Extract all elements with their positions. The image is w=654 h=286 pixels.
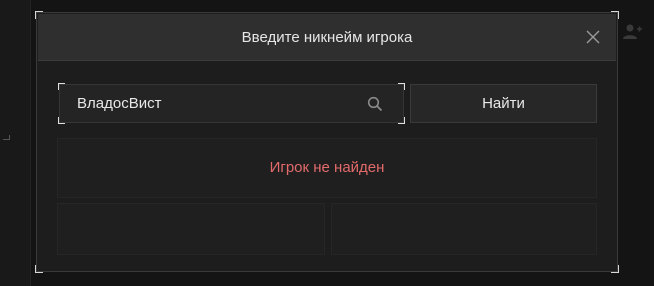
nickname-input[interactable] <box>60 85 360 122</box>
field-corner-accent <box>398 117 405 124</box>
find-button[interactable]: Найти <box>410 84 597 123</box>
close-icon[interactable] <box>584 28 602 46</box>
nickname-search-field[interactable] <box>58 83 405 124</box>
dialog-header: Введите никнейм игрока <box>38 14 616 61</box>
player-search-dialog: Введите никнейм игрока Найти Игрок не на… <box>35 11 619 273</box>
player-slot-right <box>331 203 597 255</box>
corner-tick <box>3 135 10 140</box>
user-icon[interactable] <box>622 22 642 42</box>
dialog-title: Введите никнейм игрока <box>241 29 413 46</box>
field-corner-accent <box>398 83 405 90</box>
player-slot-left <box>57 203 325 255</box>
background-side-panel <box>0 0 31 286</box>
not-found-message: Игрок не найден <box>269 159 385 176</box>
search-icon[interactable] <box>367 96 383 112</box>
dialog-corner-accent <box>611 265 619 273</box>
dialog-corner-accent <box>35 265 43 273</box>
search-result-panel: Игрок не найден <box>57 138 597 198</box>
